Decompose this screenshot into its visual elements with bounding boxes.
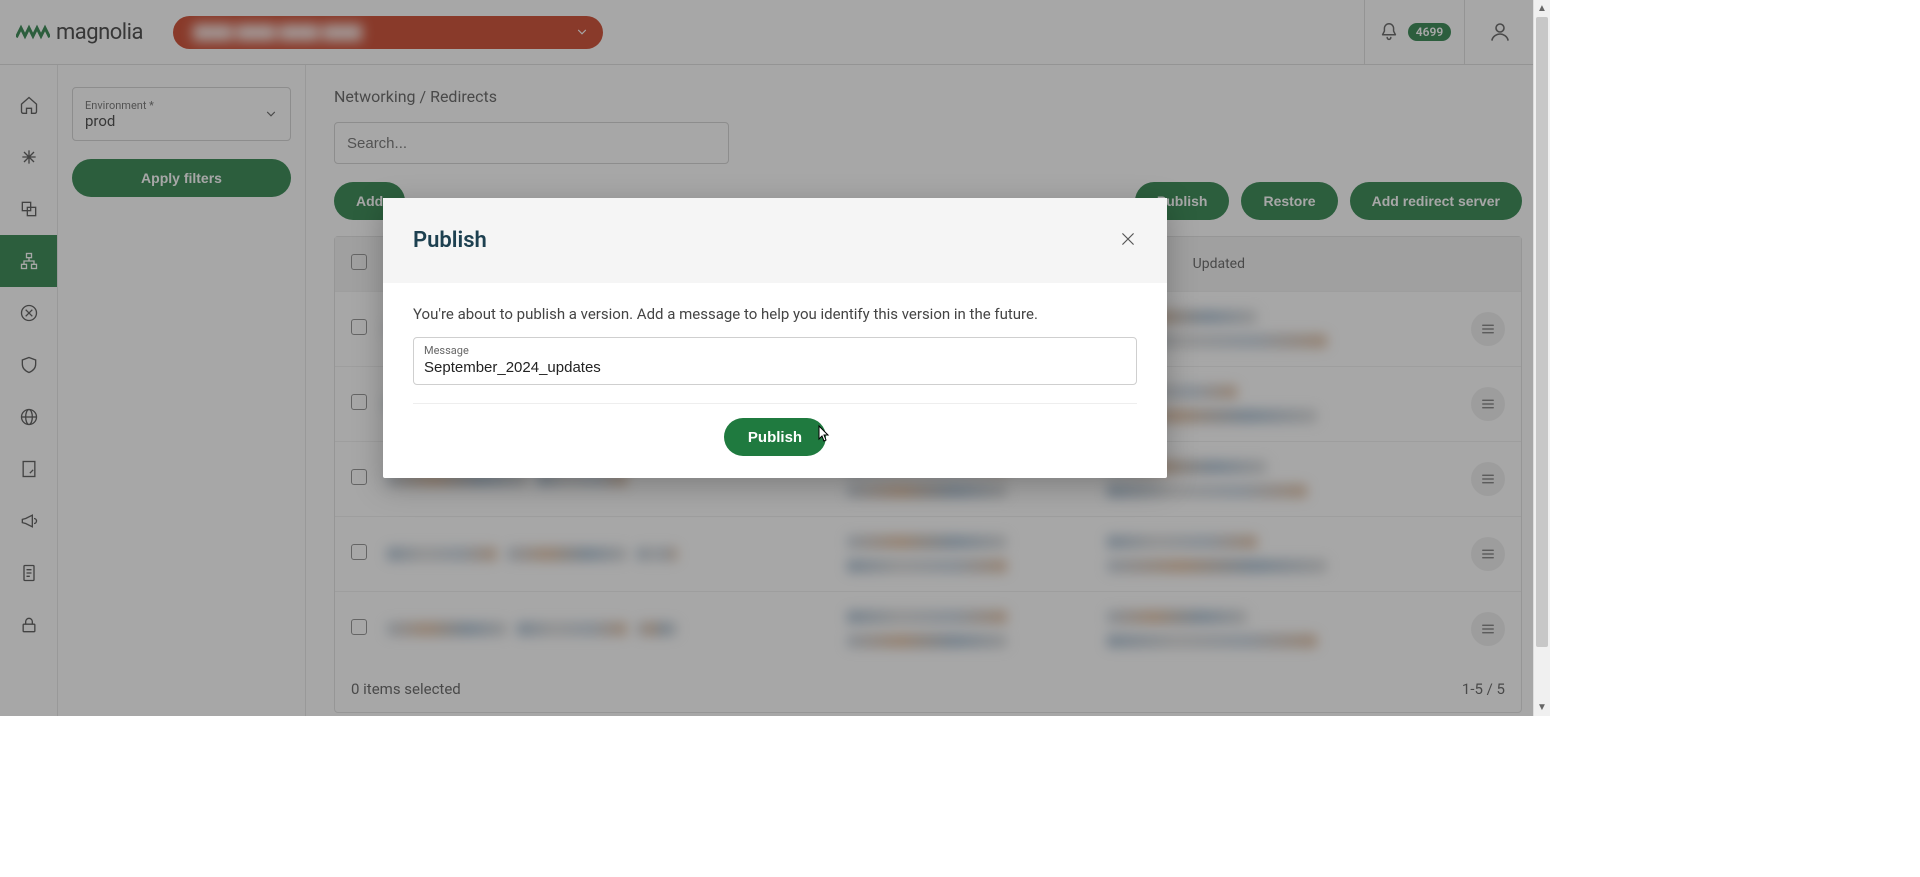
dialog-close-button[interactable] bbox=[1119, 230, 1137, 252]
scroll-up-button[interactable]: ▲ bbox=[1534, 0, 1550, 17]
dialog-title: Publish bbox=[413, 228, 487, 253]
vertical-scrollbar[interactable]: ▲ ▼ bbox=[1533, 0, 1550, 716]
dialog-header: Publish bbox=[383, 198, 1167, 283]
message-input[interactable] bbox=[424, 357, 1126, 376]
scroll-down-button[interactable]: ▼ bbox=[1534, 699, 1550, 716]
publish-confirm-button[interactable]: Publish bbox=[724, 418, 826, 456]
message-field-label: Message bbox=[424, 344, 1126, 357]
scroll-track[interactable] bbox=[1534, 17, 1550, 699]
message-field[interactable]: Message bbox=[413, 337, 1137, 385]
dialog-footer: Publish bbox=[383, 404, 1167, 478]
app-root: magnolia ████ ████ ████ ████ 4699 bbox=[0, 0, 1550, 716]
dialog-description: You're about to publish a version. Add a… bbox=[413, 305, 1137, 323]
publish-dialog: Publish You're about to publish a versio… bbox=[383, 198, 1167, 478]
scroll-thumb[interactable] bbox=[1536, 17, 1548, 647]
close-icon bbox=[1119, 230, 1137, 248]
dialog-body: You're about to publish a version. Add a… bbox=[383, 283, 1167, 404]
modal-overlay[interactable]: Publish You're about to publish a versio… bbox=[0, 0, 1550, 716]
